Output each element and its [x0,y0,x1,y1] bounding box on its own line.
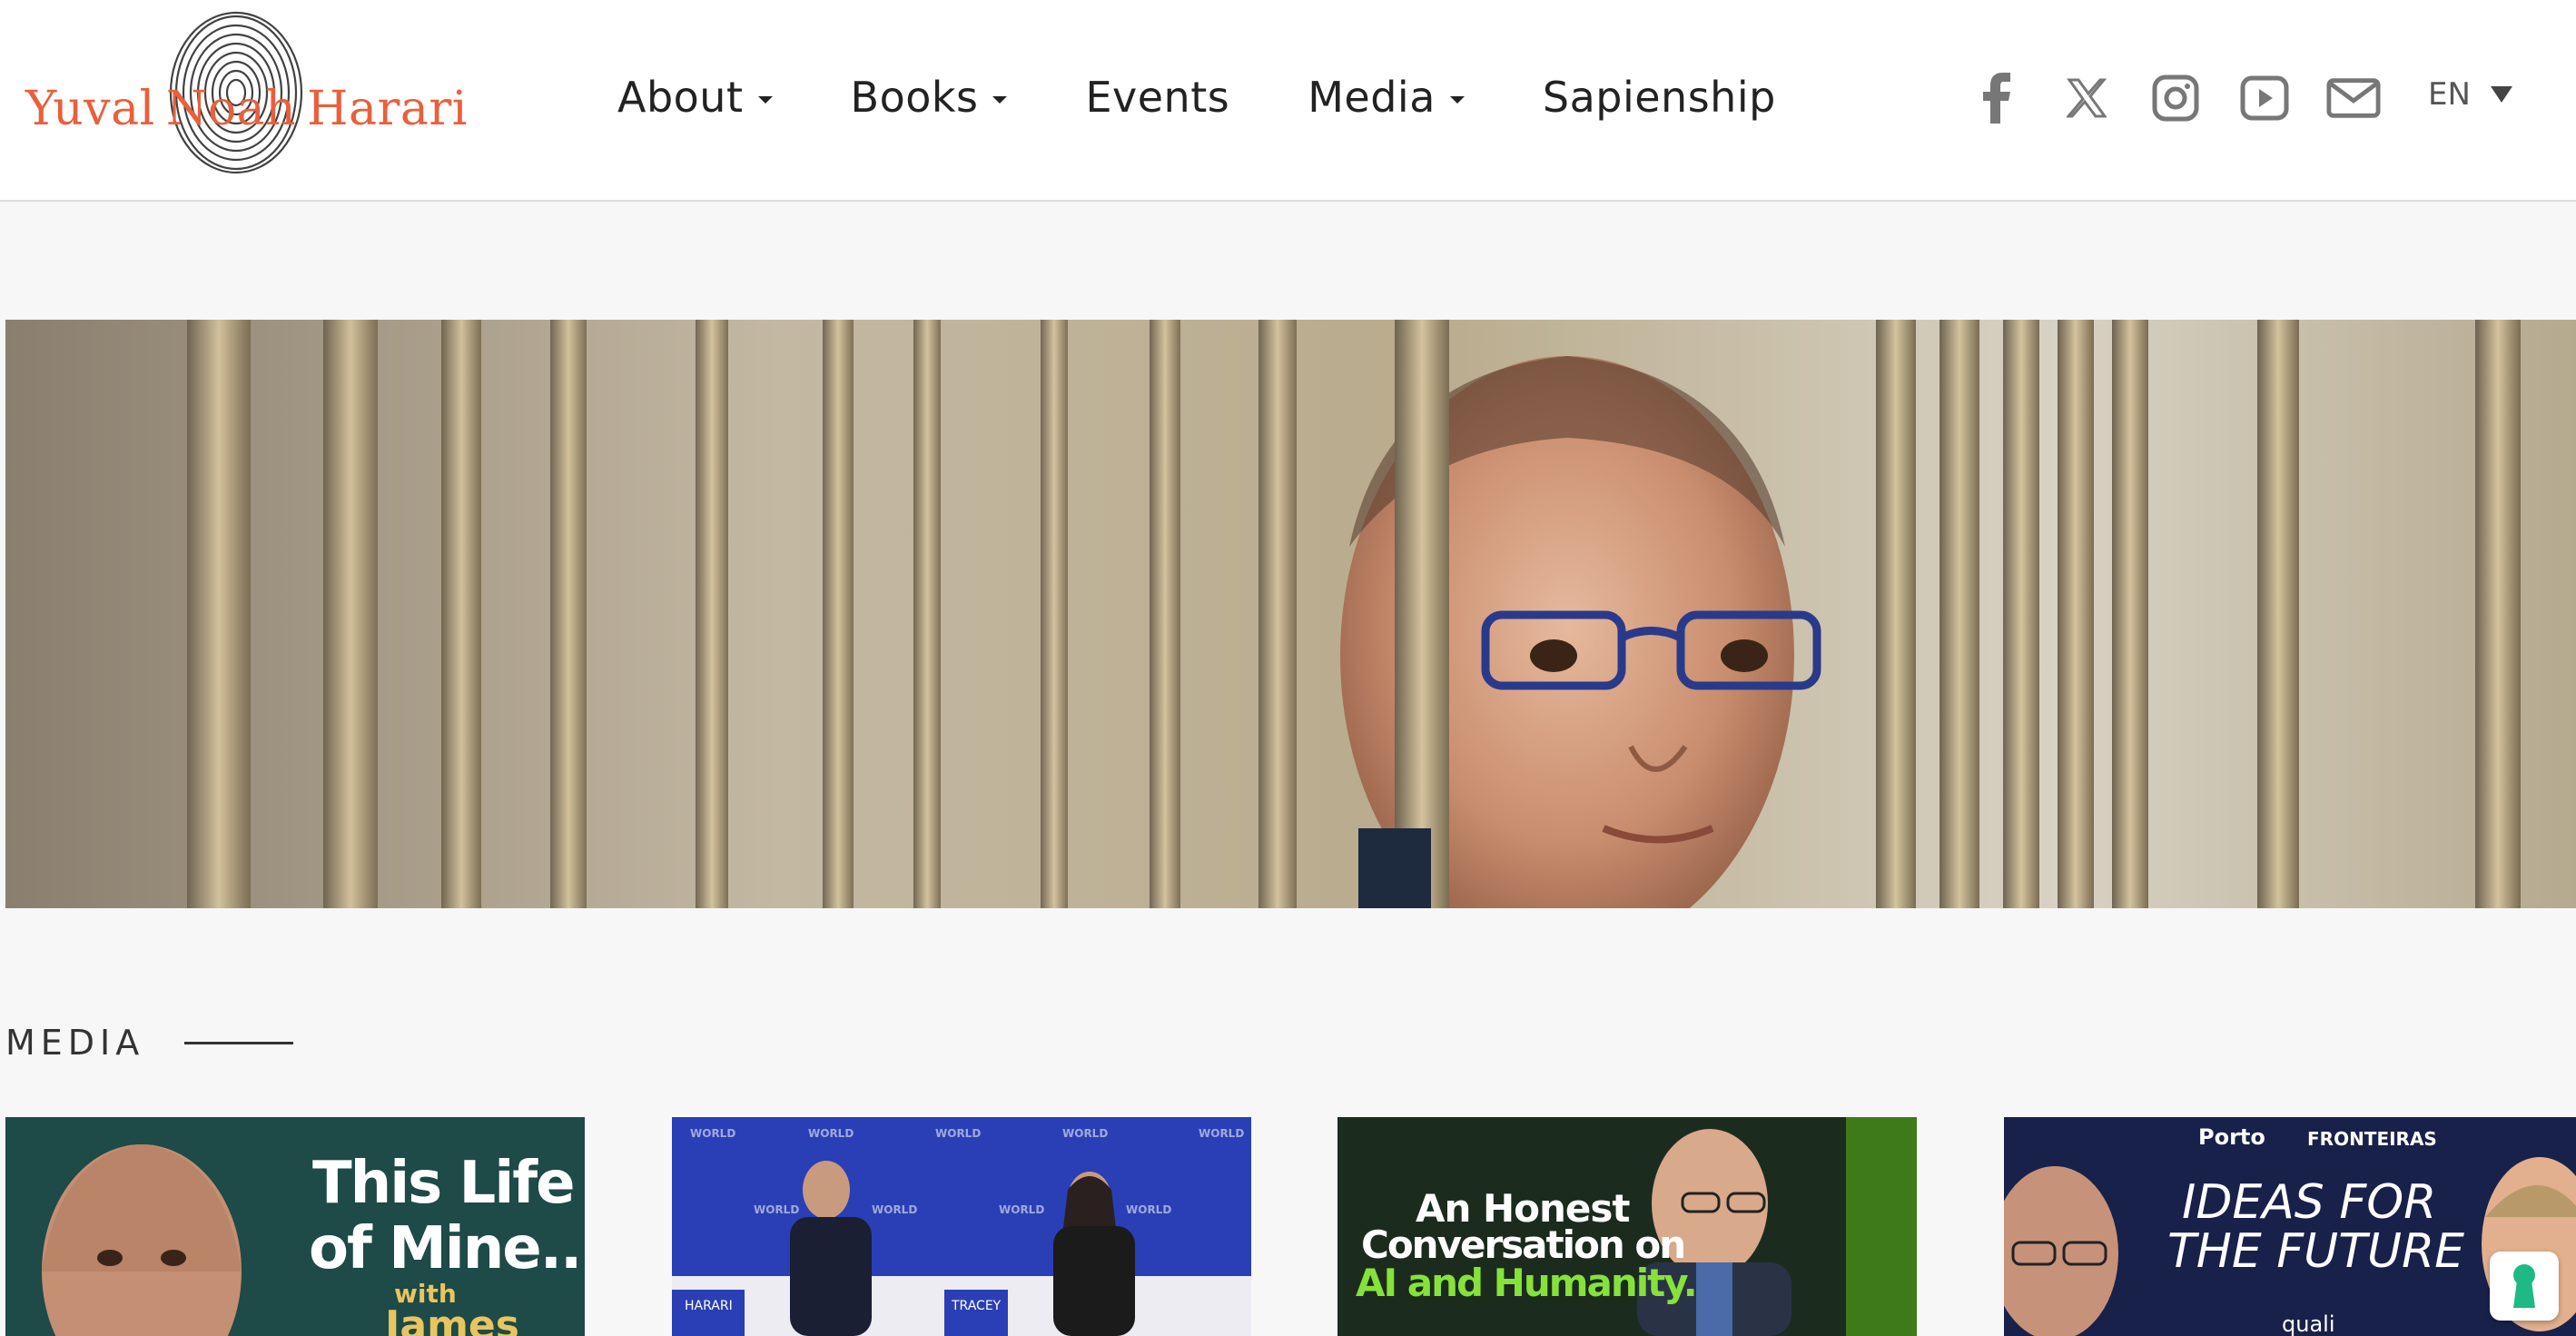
card-title-line-3: AI and Humanity. [1356,1261,1698,1305]
youtube-icon[interactable] [2237,71,2292,125]
nav-books[interactable]: Books [851,73,1008,122]
site-header: Yuval Noah Harari About Books Events Media… [0,0,2576,202]
nav-events-label: Events [1085,73,1230,122]
card-title-line-4: James [385,1302,519,1336]
nav-sapienship-label: Sapienship [1542,73,1776,122]
svg-text:WORLD: WORLD [1062,1127,1108,1140]
svg-text:WORLD: WORLD [754,1203,799,1216]
card-nameplate-left: HARARI [685,1299,733,1313]
caret-down-icon [992,96,1008,104]
nav-media[interactable]: Media [1308,73,1465,122]
nav-media-label: Media [1308,73,1436,122]
hero-portrait-image [5,320,2576,908]
logo-middle-name: Noah [165,82,297,136]
media-section-title: MEDIA [5,1023,145,1063]
nav-books-label: Books [850,73,979,122]
media-card[interactable]: An Honest Conversation on AI and Humanit… [1337,1117,1917,1336]
section-divider [184,1041,294,1044]
svg-text:WORLD: WORLD [1199,1127,1244,1140]
svg-text:WORLD: WORLD [999,1203,1044,1216]
mail-icon[interactable] [2326,71,2381,125]
card-title-line-2: of Mine... [309,1215,585,1282]
card-brand: Porto [2198,1124,2265,1150]
language-selector[interactable]: EN [2428,76,2512,113]
media-card[interactable]: WORLD WORLD WORLD WORLD WORLD WORLD WORLD WORL… [672,1117,1251,1336]
svg-text:WORLD: WORLD [935,1127,981,1140]
caret-down-icon [1449,96,1465,104]
card-nameplate-right: TRACEY [952,1299,1002,1313]
card-title-line-1: This Life [312,1150,575,1217]
facebook-icon[interactable] [1970,71,2025,125]
svg-text:WORLD: WORLD [690,1127,735,1140]
social-links [1970,71,2415,125]
cookie-consent-button[interactable] [2490,1252,2559,1321]
card-footer: quali [2282,1311,2335,1336]
svg-text:WORLD: WORLD [808,1127,854,1140]
nav-events[interactable]: Events [1085,73,1229,122]
language-label: EN [2428,76,2471,113]
triangle-down-icon [2490,86,2512,103]
svg-text:WORLD: WORLD [872,1203,917,1216]
nav-about-label: About [617,73,744,122]
card-brand-secondary: FRONTEIRAS [2307,1128,2437,1150]
instagram-icon[interactable] [2148,71,2203,125]
logo-first-name: Yuval [25,82,155,136]
site-logo[interactable]: Yuval Noah Harari [25,9,467,191]
x-icon[interactable] [2059,71,2114,125]
main-nav: About Books Events Media Sapienship [617,73,1854,122]
logo-last-name: Harari [307,82,468,136]
caret-down-icon [757,96,773,104]
card-title-line-2: THE FUTURE [2167,1224,2465,1279]
logo-wordmark: Yuval Noah Harari [25,82,479,136]
nav-about[interactable]: About [617,73,773,122]
keyhole-icon [2513,1264,2535,1308]
svg-text:WORLD: WORLD [1126,1203,1171,1216]
nav-sapienship[interactable]: Sapienship [1543,73,1776,122]
card-title-line-1: IDEAS FOR [2182,1175,2437,1230]
hero-image [5,320,2576,908]
media-card[interactable]: This Life of Mine... with James [5,1117,585,1336]
media-cards: This Life of Mine... with James WORLD WOR… [5,1117,2576,1336]
media-section-heading: MEDIA [5,1023,294,1063]
